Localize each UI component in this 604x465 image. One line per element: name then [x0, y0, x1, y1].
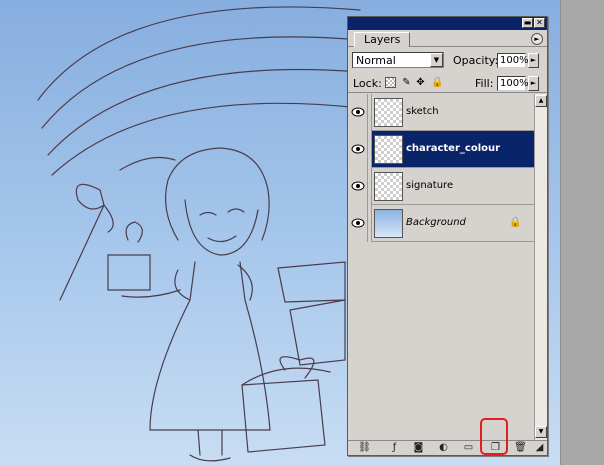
layer-row-character-colour[interactable]: character_colour — [348, 131, 534, 168]
pasteboard-area — [560, 0, 604, 465]
opacity-label: Opacity: — [453, 54, 499, 67]
adjustment-layer-icon[interactable]: ◐ — [437, 442, 450, 454]
chevron-down-icon[interactable]: ▼ — [430, 53, 443, 67]
lock-image-pixels-icon[interactable]: ✎ — [401, 77, 412, 88]
visibility-toggle[interactable] — [348, 205, 368, 242]
opacity-field[interactable]: 100% — [497, 53, 529, 68]
palette-bottom-bar: ⛓ ƒ ◙ ◐ ▭ ❐ 🗑 ◢ — [348, 440, 547, 455]
layer-link-cell[interactable] — [368, 94, 372, 131]
visibility-toggle[interactable] — [348, 94, 368, 131]
eye-icon — [351, 107, 365, 117]
layer-row-sketch[interactable]: sketch — [348, 94, 534, 131]
layer-link-cell[interactable] — [368, 205, 372, 242]
blend-row: Normal ▼ Opacity: 100% ► — [348, 50, 547, 70]
palette-menu-icon[interactable]: ► — [531, 33, 543, 45]
fill-label: Fill: — [475, 77, 494, 90]
tab-layers[interactable]: Layers — [354, 32, 411, 47]
eye-icon — [351, 181, 365, 191]
minimize-button[interactable]: ▬ — [522, 18, 533, 28]
palette-titlebar[interactable]: ▬ ✕ — [348, 17, 547, 30]
eye-icon — [351, 144, 365, 154]
layer-name: Background — [406, 217, 466, 228]
layer-name: sketch — [406, 106, 439, 117]
layer-thumbnail — [374, 135, 403, 164]
lock-label: Lock: — [353, 77, 382, 90]
add-mask-icon[interactable]: ◙ — [412, 442, 425, 454]
trash-icon[interactable]: 🗑 — [514, 442, 527, 454]
layer-name: character_colour — [406, 143, 501, 154]
blend-mode-value: Normal — [356, 54, 396, 67]
layer-style-icon[interactable]: ƒ — [388, 442, 401, 454]
visibility-toggle[interactable] — [348, 168, 368, 205]
resize-grip-icon[interactable]: ◢ — [533, 442, 546, 454]
layer-link-cell[interactable] — [368, 131, 372, 168]
blend-mode-select[interactable]: Normal ▼ — [352, 52, 444, 68]
opacity-slider-arrow-icon[interactable]: ► — [528, 53, 539, 68]
layer-name: signature — [406, 180, 454, 191]
layers-scrollbar[interactable]: ▲ ▼ — [534, 94, 547, 440]
lock-icon: 🔒 — [509, 217, 522, 228]
scroll-down-icon[interactable]: ▼ — [535, 426, 547, 438]
close-button[interactable]: ✕ — [534, 18, 545, 28]
fill-slider-arrow-icon[interactable]: ► — [528, 76, 539, 91]
palette-tab-row: Layers ► — [348, 30, 547, 47]
layer-row-signature[interactable]: signature — [348, 168, 534, 205]
layer-thumbnail — [374, 209, 403, 238]
layer-row-background[interactable]: Background 🔒 — [348, 205, 534, 242]
lock-row: Lock: ✎ ✥ 🔒 Fill: 100% ► — [348, 73, 547, 93]
layers-palette: ▬ ✕ Layers ► Normal ▼ Opacity: 100% ► Lo… — [347, 16, 548, 456]
layer-thumbnail — [374, 172, 403, 201]
layers-list: sketch character_colour signature Backgr… — [348, 94, 534, 424]
layer-thumbnail — [374, 98, 403, 127]
new-group-icon[interactable]: ▭ — [462, 442, 475, 454]
lock-transparent-pixels-icon[interactable] — [385, 77, 396, 88]
fill-field[interactable]: 100% — [497, 76, 529, 91]
eye-icon — [351, 218, 365, 228]
link-layers-icon[interactable]: ⛓ — [358, 442, 371, 454]
visibility-toggle[interactable] — [348, 131, 368, 168]
layer-link-cell[interactable] — [368, 168, 372, 205]
scroll-up-icon[interactable]: ▲ — [535, 95, 547, 107]
lock-position-icon[interactable]: ✥ — [415, 77, 426, 88]
new-layer-highlight-box — [480, 418, 508, 455]
lock-all-icon[interactable]: 🔒 — [431, 77, 443, 88]
